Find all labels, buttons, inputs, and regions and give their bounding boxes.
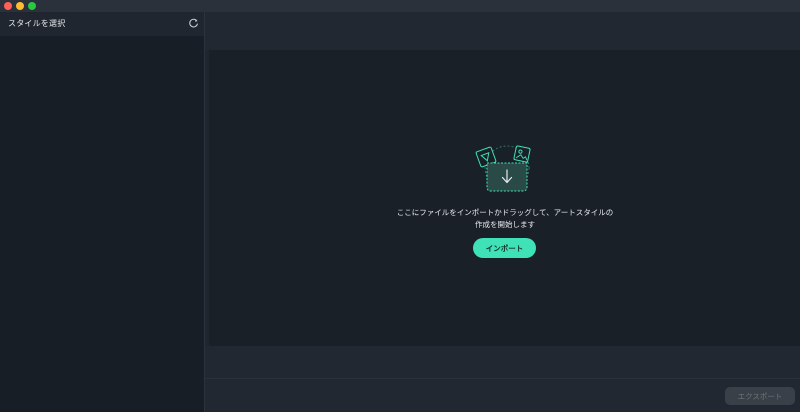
bottom-bar xyxy=(205,346,800,412)
app-window: スタイルを選択 ここにファイルをインポートかドラッグして、アートスタイルの 作成… xyxy=(0,0,800,412)
refresh-icon[interactable] xyxy=(188,18,199,29)
title-bar xyxy=(0,0,800,12)
import-button[interactable]: インポート xyxy=(473,238,536,258)
drop-instructions: ここにファイルをインポートかドラッグして、アートスタイルの 作成を開始します xyxy=(360,207,650,231)
drop-zone[interactable] xyxy=(209,50,800,346)
bottom-divider xyxy=(205,378,800,379)
sidebar-title: スタイルを選択 xyxy=(8,19,66,28)
export-button[interactable]: エクスポート xyxy=(725,387,795,405)
main-toolbar xyxy=(205,12,800,50)
sidebar-header: スタイルを選択 xyxy=(0,12,204,36)
style-sidebar: スタイルを選択 xyxy=(0,12,204,412)
close-window-button[interactable] xyxy=(4,2,12,10)
minimize-window-button[interactable] xyxy=(16,2,24,10)
drop-instructions-line-1: ここにファイルをインポートかドラッグして、アートスタイルの xyxy=(396,208,614,217)
maximize-window-button[interactable] xyxy=(28,2,36,10)
image-drop-icon xyxy=(475,145,531,192)
drop-instructions-line-2: 作成を開始します xyxy=(475,220,535,229)
